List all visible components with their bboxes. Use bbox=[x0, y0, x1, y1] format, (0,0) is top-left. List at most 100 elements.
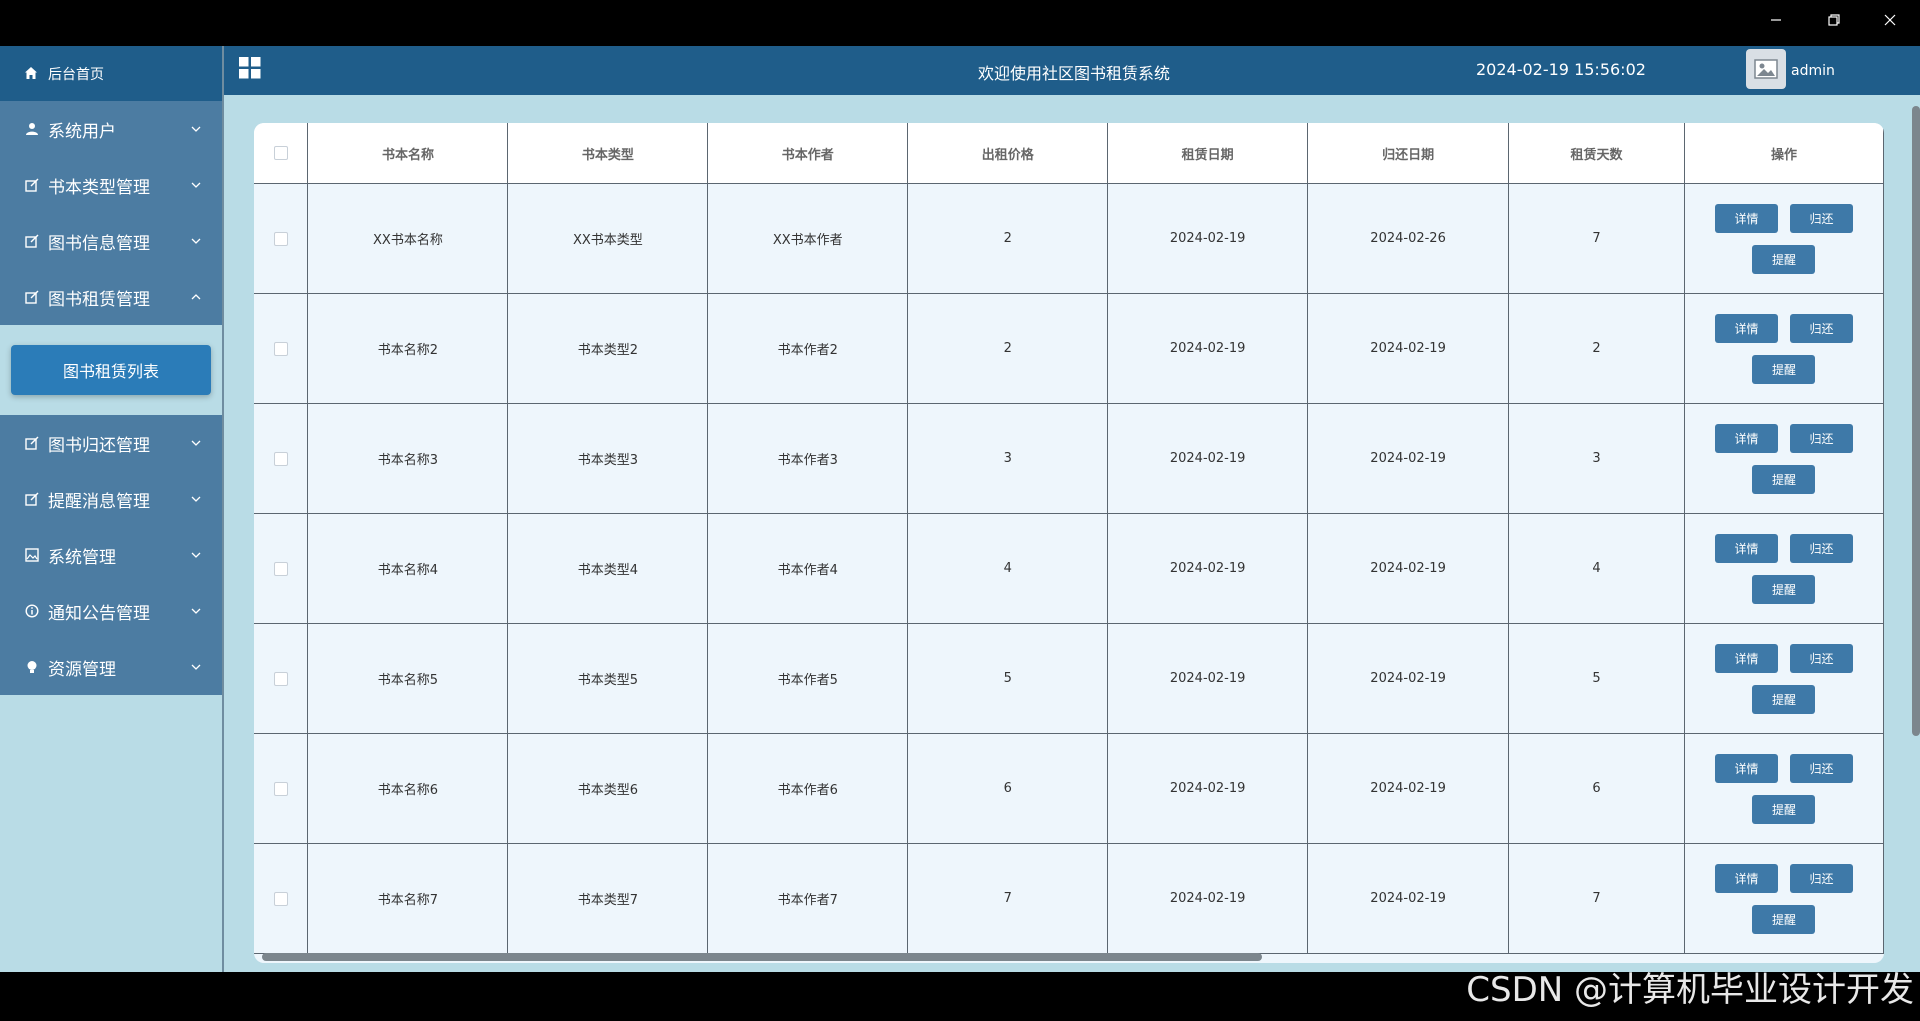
sidebar-item-label: 提醒消息管理 bbox=[48, 491, 150, 512]
row-select-cell[interactable] bbox=[254, 733, 309, 844]
select-all-cell[interactable] bbox=[254, 123, 309, 184]
minimize-icon[interactable] bbox=[1748, 0, 1804, 40]
sidebar-item-system-management[interactable]: 系统管理 bbox=[0, 527, 222, 583]
table-cell: 2024-02-19 bbox=[1107, 733, 1309, 844]
column-header[interactable]: 租赁日期 bbox=[1107, 123, 1309, 184]
table-cell: 书本类型2 bbox=[507, 293, 709, 404]
row-select-cell[interactable] bbox=[254, 843, 309, 954]
row-checkbox[interactable] bbox=[273, 341, 288, 356]
return-button[interactable]: 归还 bbox=[1789, 643, 1853, 673]
info-icon bbox=[24, 603, 40, 619]
row-checkbox[interactable] bbox=[273, 231, 288, 246]
column-header[interactable]: 书本作者 bbox=[707, 123, 909, 184]
actions-cell: 详情 归还提醒 bbox=[1683, 403, 1884, 514]
detail-button[interactable]: 详情 bbox=[1714, 643, 1778, 673]
return-button[interactable]: 归还 bbox=[1789, 313, 1853, 343]
sidebar-item-book-return[interactable]: 图书归还管理 bbox=[0, 415, 222, 471]
row-select-cell[interactable] bbox=[254, 403, 309, 514]
table-cell: 书本名称4 bbox=[307, 513, 509, 624]
sidebar-item-label: 系统用户 bbox=[48, 121, 116, 142]
table-row[interactable]: 书本名称7 书本类型7 书本作者7 7 2024-02-19 2024-02-19 7 详情归… bbox=[254, 843, 1884, 954]
chevron-up-icon bbox=[191, 294, 201, 300]
remind-button[interactable]: 提醒 bbox=[1752, 574, 1816, 604]
avatar[interactable] bbox=[1746, 49, 1786, 89]
sidebar-item-label: 图书信息管理 bbox=[48, 233, 150, 254]
select-all-checkbox[interactable] bbox=[273, 146, 288, 160]
column-header[interactable]: 租赁天数 bbox=[1508, 123, 1685, 184]
row-checkbox[interactable] bbox=[273, 561, 288, 576]
table-cell: 5 bbox=[907, 623, 1109, 734]
top-header: 欢迎使用社区图书租赁系统 2024-02-19 15:56:02 admin bbox=[224, 46, 1920, 95]
row-select-cell[interactable] bbox=[254, 623, 309, 734]
return-button[interactable]: 归还 bbox=[1789, 753, 1853, 783]
remind-button[interactable]: 提醒 bbox=[1752, 464, 1816, 494]
grid-menu-icon[interactable] bbox=[239, 57, 261, 79]
actions-cell: 详情 归还提醒 bbox=[1683, 843, 1884, 954]
sidebar-item-reminders[interactable]: 提醒消息管理 bbox=[0, 471, 222, 527]
username[interactable]: admin bbox=[1791, 63, 1835, 79]
horizontal-scrollbar[interactable] bbox=[262, 953, 1262, 961]
row-checkbox[interactable] bbox=[273, 781, 288, 796]
actions-cell: 详情 归还提醒 bbox=[1683, 513, 1884, 624]
column-header[interactable]: 书本名称 bbox=[307, 123, 509, 184]
column-header[interactable]: 书本类型 bbox=[507, 123, 709, 184]
restore-icon[interactable] bbox=[1806, 0, 1862, 40]
column-header[interactable]: 出租价格 bbox=[907, 123, 1109, 184]
remind-button[interactable]: 提醒 bbox=[1752, 904, 1816, 934]
image-icon bbox=[24, 547, 40, 563]
column-header[interactable]: 归还日期 bbox=[1307, 123, 1510, 184]
table-cell: 2024-02-19 bbox=[1307, 403, 1510, 514]
return-button[interactable]: 归还 bbox=[1789, 533, 1853, 563]
rental-table-panel: 书本名称 书本类型 书本作者 出租价格 租赁日期 归还日期 租赁天数 操作 XX… bbox=[254, 123, 1884, 963]
remind-button[interactable]: 提醒 bbox=[1752, 244, 1816, 274]
return-button[interactable]: 归还 bbox=[1789, 203, 1853, 233]
vertical-scrollbar[interactable] bbox=[1912, 106, 1920, 736]
table-row[interactable]: 书本名称5 书本类型5 书本作者5 5 2024-02-19 2024-02-19 5 详情归… bbox=[254, 623, 1884, 734]
detail-button[interactable]: 详情 bbox=[1714, 533, 1778, 563]
actions-cell: 详情 归还提醒 bbox=[1683, 623, 1884, 734]
sidebar-item-announcements[interactable]: 通知公告管理 bbox=[0, 583, 222, 639]
row-checkbox[interactable] bbox=[273, 671, 288, 686]
detail-button[interactable]: 详情 bbox=[1714, 863, 1778, 893]
table-row[interactable]: 书本名称4 书本类型4 书本作者4 4 2024-02-19 2024-02-19 4 详情归… bbox=[254, 513, 1884, 624]
row-checkbox[interactable] bbox=[273, 891, 288, 906]
sidebar-item-home[interactable]: 后台首页 bbox=[0, 46, 222, 101]
return-button[interactable]: 归还 bbox=[1789, 863, 1853, 893]
table-cell: 6 bbox=[1508, 733, 1685, 844]
sidebar-item-book-info[interactable]: 图书信息管理 bbox=[0, 213, 222, 269]
row-select-cell[interactable] bbox=[254, 183, 309, 294]
table-cell: 书本类型3 bbox=[507, 403, 709, 514]
row-select-cell[interactable] bbox=[254, 293, 309, 404]
sidebar-item-resources[interactable]: 资源管理 bbox=[0, 639, 222, 695]
sidebar-item-label: 系统管理 bbox=[48, 547, 116, 568]
table-cell: XX书本类型 bbox=[507, 183, 709, 294]
sidebar-subitem-rental-list[interactable]: 图书租赁列表 bbox=[11, 345, 211, 395]
table-cell: 2 bbox=[907, 183, 1109, 294]
detail-button[interactable]: 详情 bbox=[1714, 753, 1778, 783]
row-checkbox[interactable] bbox=[273, 451, 288, 466]
table-cell: 书本名称3 bbox=[307, 403, 509, 514]
bulb-icon bbox=[24, 659, 40, 675]
return-button[interactable]: 归还 bbox=[1789, 423, 1853, 453]
table-cell: 书本名称5 bbox=[307, 623, 509, 734]
edit-icon bbox=[24, 435, 40, 451]
remind-button[interactable]: 提醒 bbox=[1752, 354, 1816, 384]
table-row[interactable]: 书本名称6 书本类型6 书本作者6 6 2024-02-19 2024-02-19 6 详情归… bbox=[254, 733, 1884, 844]
sidebar-item-label: 图书归还管理 bbox=[48, 435, 150, 456]
close-icon[interactable] bbox=[1862, 0, 1918, 40]
table-row[interactable]: 书本名称3 书本类型3 书本作者3 3 2024-02-19 2024-02-19 3 详情归… bbox=[254, 403, 1884, 514]
table-body: XX书本名称 XX书本类型 XX书本作者 2 2024-02-19 2024-02-26 7… bbox=[254, 183, 1884, 954]
row-select-cell[interactable] bbox=[254, 513, 309, 624]
table-row[interactable]: XX书本名称 XX书本类型 XX书本作者 2 2024-02-19 2024-02-26 7… bbox=[254, 183, 1884, 294]
detail-button[interactable]: 详情 bbox=[1714, 203, 1778, 233]
detail-button[interactable]: 详情 bbox=[1714, 423, 1778, 453]
table-row[interactable]: 书本名称2 书本类型2 书本作者2 2 2024-02-19 2024-02-19 2 详情归… bbox=[254, 293, 1884, 404]
remind-button[interactable]: 提醒 bbox=[1752, 684, 1816, 714]
row-actions: 详情 归还提醒 bbox=[1709, 753, 1859, 824]
remind-button[interactable]: 提醒 bbox=[1752, 794, 1816, 824]
chevron-down-icon bbox=[191, 496, 201, 502]
detail-button[interactable]: 详情 bbox=[1714, 313, 1778, 343]
sidebar-item-book-rental[interactable]: 图书租赁管理 bbox=[0, 269, 222, 325]
sidebar-item-system-users[interactable]: 系统用户 bbox=[0, 101, 222, 157]
sidebar-item-book-type[interactable]: 书本类型管理 bbox=[0, 157, 222, 213]
